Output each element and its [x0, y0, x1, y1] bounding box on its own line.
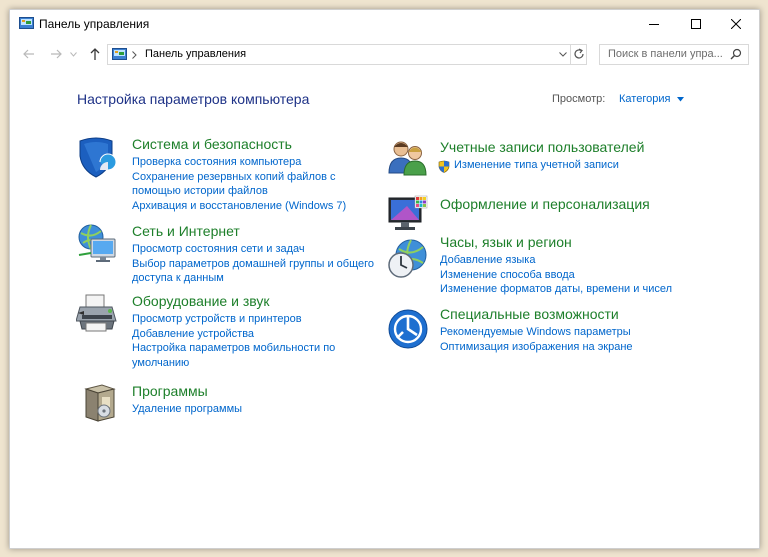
view-by-label: Просмотр: — [552, 93, 606, 105]
up-button[interactable] — [86, 45, 104, 63]
category-link[interactable]: Изменение форматов даты, времени и чисел — [440, 282, 672, 297]
search-icon[interactable] — [730, 48, 742, 60]
category-link[interactable]: Просмотр устройств и принтеров — [132, 312, 335, 327]
forward-arrow-icon — [51, 49, 62, 59]
category-link[interactable]: Проверка состояния компьютера — [132, 155, 346, 170]
category-link[interactable]: помощью истории файлов — [132, 184, 346, 199]
category-link[interactable]: Изменение типа учетной записи — [438, 158, 644, 173]
back-button[interactable] — [20, 45, 38, 63]
uac-shield-icon — [438, 160, 450, 173]
address-dropdown-icon[interactable] — [559, 52, 567, 57]
category-link[interactable]: Сохранение резервных копий файлов с — [132, 170, 346, 185]
programs-box-icon[interactable] — [82, 383, 118, 423]
search-input[interactable]: Поиск в панели упра... — [599, 44, 749, 65]
shield-icon[interactable] — [76, 136, 116, 178]
address-bar[interactable]: Панель управления — [107, 44, 587, 65]
category-link[interactable]: Добавление устройства — [132, 327, 335, 342]
personalization-icon[interactable] — [387, 194, 429, 234]
category-link[interactable]: Просмотр состояния сети и задач — [132, 242, 374, 257]
category-hardware-sound: Оборудование и звук Просмотр устройств и… — [132, 293, 335, 370]
accessibility-icon[interactable] — [387, 308, 429, 350]
category-link[interactable]: Удаление программы — [132, 402, 242, 417]
category-link[interactable]: Добавление языка — [440, 253, 672, 268]
category-network-internet: Сеть и Интернет Просмотр состояния сети … — [132, 223, 374, 286]
up-arrow-icon — [90, 48, 100, 60]
category-link[interactable]: Оптимизация изображения на экране — [440, 340, 633, 355]
category-programs: Программы Удаление программы — [132, 383, 242, 417]
category-link[interactable]: Изменение способа ввода — [440, 268, 672, 283]
category-link[interactable]: умолчанию — [132, 356, 335, 371]
navigation-bar: Панель управления Поиск в панели упра... — [10, 40, 759, 68]
title-bar[interactable]: Панель управления — [10, 10, 759, 38]
category-appearance-personalization: Оформление и персонализация — [440, 196, 650, 215]
category-title[interactable]: Сеть и Интернет — [132, 223, 374, 240]
maximize-icon — [691, 19, 701, 29]
close-icon — [731, 19, 741, 29]
category-user-accounts: Учетные записи пользователей Изменение т… — [438, 139, 644, 173]
divider — [570, 45, 571, 64]
forward-button[interactable] — [47, 45, 65, 63]
clock-globe-icon[interactable] — [387, 237, 429, 279]
category-ease-of-access: Специальные возможности Рекомендуемые Wi… — [440, 306, 633, 354]
category-system-security: Система и безопасность Проверка состояни… — [132, 136, 346, 213]
view-by-dropdown[interactable]: Категория — [619, 93, 684, 105]
category-link[interactable]: Рекомендуемые Windows параметры — [440, 325, 633, 340]
category-clock-language-region: Часы, язык и регион Добавление языка Изм… — [440, 234, 672, 297]
network-globe-icon[interactable] — [77, 223, 117, 263]
category-link[interactable]: доступа к данным — [132, 271, 374, 286]
category-title[interactable]: Часы, язык и регион — [440, 234, 672, 251]
users-icon[interactable] — [387, 139, 429, 177]
category-link-text: Изменение типа учетной записи — [454, 159, 619, 171]
search-placeholder: Поиск в панели упра... — [608, 48, 723, 60]
breadcrumb[interactable]: Панель управления — [145, 48, 246, 60]
back-arrow-icon — [23, 49, 34, 59]
chevron-right-icon — [132, 51, 137, 59]
category-title[interactable]: Оформление и персонализация — [440, 196, 650, 213]
category-title[interactable]: Учетные записи пользователей — [440, 139, 644, 156]
printer-icon[interactable] — [76, 293, 118, 333]
window-title: Панель управления — [39, 17, 150, 31]
category-title[interactable]: Программы — [132, 383, 242, 400]
chevron-down-icon — [69, 51, 77, 57]
category-title[interactable]: Специальные возможности — [440, 306, 633, 323]
caret-down-icon — [676, 97, 684, 102]
page-heading: Настройка параметров компьютера — [77, 91, 310, 107]
recent-locations-button[interactable] — [68, 45, 78, 63]
view-by-value: Категория — [619, 93, 671, 105]
close-button[interactable] — [713, 10, 759, 38]
refresh-icon[interactable] — [573, 48, 585, 60]
control-panel-icon — [19, 17, 34, 29]
category-title[interactable]: Система и безопасность — [132, 136, 346, 153]
category-link[interactable]: Архивация и восстановление (Windows 7) — [132, 199, 346, 214]
minimize-icon — [649, 24, 659, 25]
minimize-button[interactable] — [631, 10, 677, 38]
category-title[interactable]: Оборудование и звук — [132, 293, 335, 310]
control-panel-window: Панель управления Панель управления Поис… — [9, 9, 760, 549]
category-link[interactable]: Настройка параметров мобильности по — [132, 341, 335, 356]
category-link[interactable]: Выбор параметров домашней группы и общег… — [132, 257, 374, 272]
control-panel-icon — [112, 48, 127, 60]
